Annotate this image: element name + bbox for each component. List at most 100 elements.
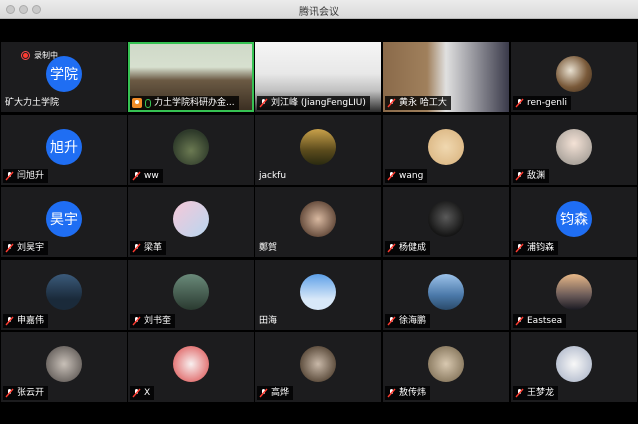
mic-muted-icon [132,243,141,253]
mic-muted-icon [132,388,141,398]
participant-name: wang [399,171,424,181]
participant-tile[interactable]: wang [383,115,509,185]
forest-photo [300,129,336,165]
participant-name-tag: 梁革 [130,241,167,255]
participant-name: ren-genli [527,98,567,108]
participant-name-tag: 徐海鹏 [385,314,431,328]
participant-name: 浦钧森 [527,243,555,253]
participant-tile[interactable]: ww [128,115,254,185]
participant-name: 申嘉伟 [17,316,45,326]
mic-muted-icon [132,316,141,326]
mic-muted-icon [5,171,14,181]
mic-muted-icon [132,171,141,181]
anime-girl-photo [556,346,592,382]
participant-tile[interactable]: 昊宇 刘昊宇 [1,187,127,257]
mic-muted-icon [5,388,14,398]
participant-name: 刘江峰 (JiangFengLIU) [271,98,366,108]
video-gallery: 学院 矿大力土学院 录制中 力土学院科研办金... 刘江峰 (JiangFengLIU)… [0,42,638,404]
anime-photo [173,201,209,237]
participant-tile[interactable]: 敌渊 [511,115,637,185]
participant-tile[interactable]: 刘江峰 (JiangFengLIU) [255,42,381,112]
participant-tile[interactable]: 刘书奎 [128,260,254,330]
mic-muted-icon [259,388,268,398]
mic-muted-icon [387,171,396,181]
sky-photo [300,274,336,310]
participant-name-tag: 力土学院科研办金... [130,96,239,110]
participant-name-tag: 杨健成 [385,241,431,255]
participant-name-tag: X [130,386,155,400]
recording-indicator[interactable]: 录制中 [21,49,58,62]
lake-photo [428,274,464,310]
mic-muted-icon [515,316,524,326]
participant-name-tag: 矿大力土学院 [3,96,63,110]
participant-name: 梁革 [144,243,163,253]
mic-muted-icon [515,243,524,253]
participant-name-tag: 闫旭升 [3,169,49,183]
participant-name: Eastsea [527,316,563,326]
title-bar: 腾讯会议 [0,0,638,19]
participant-name: 刘昊宇 [17,243,45,253]
participant-name-tag: 王梦龙 [513,386,559,400]
host-icon [132,98,142,108]
participant-tile[interactable]: 申嘉伟 [1,260,127,330]
participant-tile[interactable]: 黄永 哈工大 [383,42,509,112]
participant-name-tag: 刘书奎 [130,314,176,328]
participant-name: 徐海鹏 [399,316,427,326]
participant-name-tag: 黄永 哈工大 [385,96,451,110]
participant-tile[interactable]: X [128,332,254,402]
participant-tile[interactable]: 鄭賀 [255,187,381,257]
hedgehog-photo [428,346,464,382]
participant-name-tag: 浦钧森 [513,241,559,255]
recording-label: 录制中 [34,51,58,60]
participant-tile[interactable]: 敖传炜 [383,332,509,402]
participant-tile[interactable]: jackfu [255,115,381,185]
participant-name-tag: 刘江峰 (JiangFengLIU) [257,96,370,110]
participant-tile[interactable]: 学院 矿大力土学院 录制中 [1,42,127,112]
participant-tile[interactable]: 梁革 [128,187,254,257]
participant-name: jackfu [259,171,287,181]
participant-tile[interactable]: Eastsea [511,260,637,330]
participant-tile[interactable]: 杨健成 [383,187,509,257]
eagle-photo [556,56,592,92]
city-photo [556,274,592,310]
mic-on-icon [145,98,151,108]
avatar: 旭升 [46,129,82,165]
participant-name-tag: ww [130,169,163,183]
participant-name: X [144,388,151,398]
cartoon-photo [173,346,209,382]
participant-name-tag: 刘昊宇 [3,241,49,255]
participant-tile[interactable]: 旭升闫旭升 [1,115,127,185]
participant-tile[interactable]: 徐海鹏 [383,260,509,330]
participant-name-tag: 申嘉伟 [3,314,49,328]
participant-name: 杨健成 [399,243,427,253]
mic-muted-icon [5,316,14,326]
window-title: 腾讯会议 [299,7,339,18]
participant-name: 张云开 [17,388,45,398]
avatar: 昊宇 [46,201,82,237]
participant-name: 敖传炜 [399,388,427,398]
participant-tile[interactable]: ren-genli [511,42,637,112]
child-photo [556,129,592,165]
participant-tile[interactable]: 王梦龙 [511,332,637,402]
participant-name-tag: ren-genli [513,96,571,110]
mic-muted-icon [387,388,396,398]
record-icon [21,51,30,60]
participant-tile[interactable]: 力土学院科研办金... [128,42,254,112]
participant-name: 黄永 哈工大 [399,98,447,108]
participant-name-tag: 敖传炜 [385,386,431,400]
participant-name-tag: 高烨 [257,386,294,400]
participant-name-tag: jackfu [257,169,290,183]
participant-name: 力土学院科研办金... [154,98,235,108]
participant-tile[interactable]: 高烨 [255,332,381,402]
mic-muted-icon [387,243,396,253]
mic-muted-icon [387,98,396,108]
participant-name: 田海 [259,316,278,326]
participant-tile[interactable]: 钧森 浦钧森 [511,187,637,257]
participant-tile[interactable]: 张云开 [1,332,127,402]
participant-tile[interactable]: 田海 [255,260,381,330]
mic-muted-icon [387,316,396,326]
person-photo [173,274,209,310]
participant-name-tag: 田海 [257,314,281,328]
participant-name: 矿大力土学院 [5,98,60,108]
participant-name: 刘书奎 [144,316,172,326]
